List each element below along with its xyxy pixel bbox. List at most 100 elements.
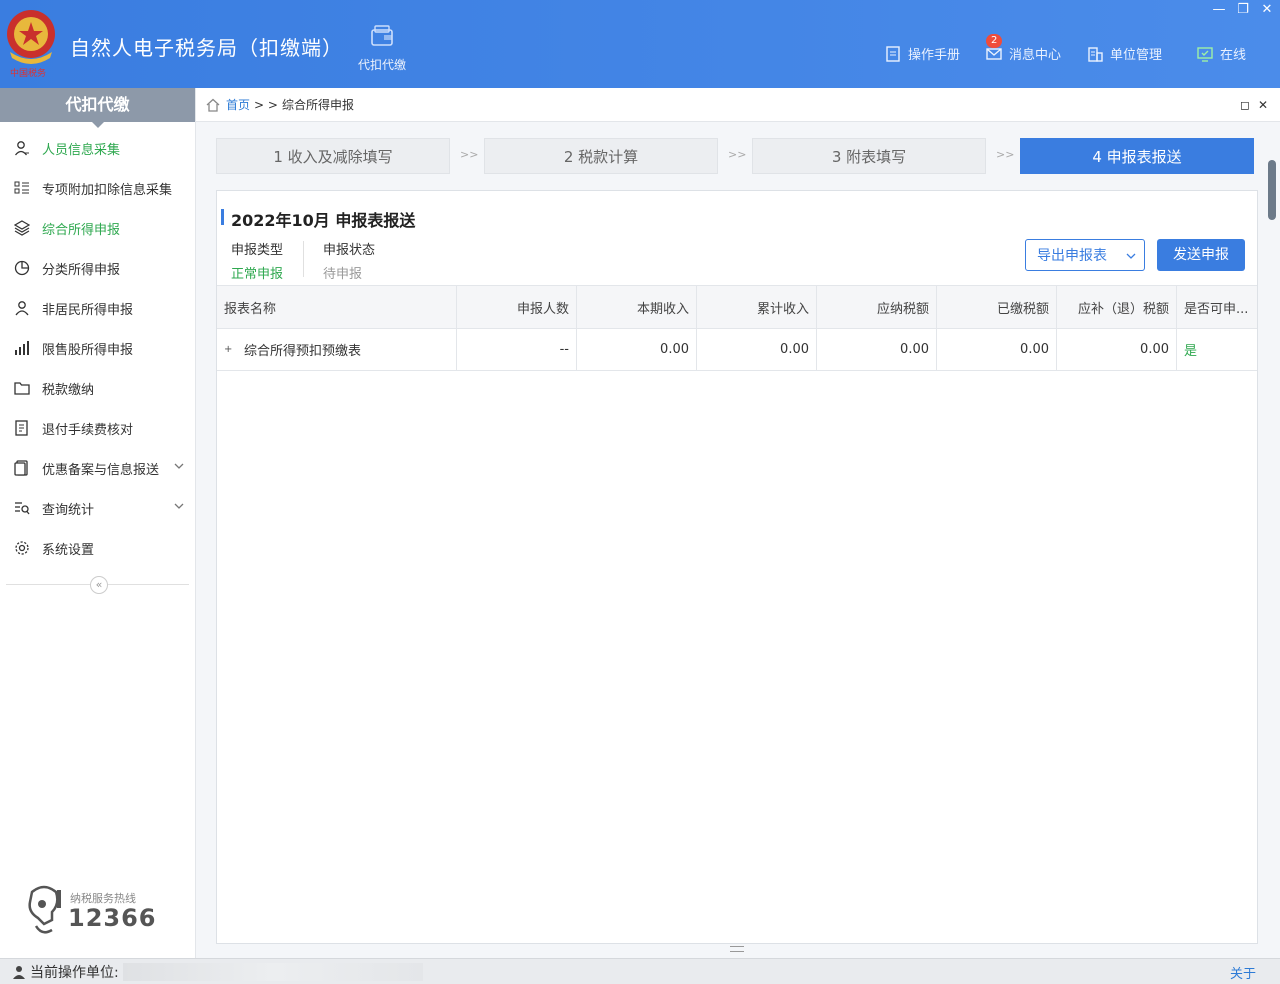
step-arrow: >> — [996, 148, 1015, 161]
sidebar-item-restricted-stock[interactable]: 限售股所得申报 — [0, 328, 195, 368]
declare-status-value: 待申报 — [323, 267, 363, 282]
step-submit-report[interactable]: 4 申报表报送 — [1020, 138, 1254, 174]
service-hotline: 纳税服务热线 12366 — [22, 884, 182, 944]
sidebar-item-tax-payment[interactable]: 税款缴纳 — [0, 368, 195, 408]
minimize-button[interactable]: — — [1208, 2, 1230, 20]
export-label: 导出申报表 — [1037, 248, 1107, 264]
about-link[interactable]: 关于 — [1230, 963, 1256, 982]
user-outline-icon — [15, 301, 29, 316]
sidebar-item-nonresident[interactable]: 非居民所得申报 — [0, 288, 195, 328]
declare-status-block: 申报状态 待申报 — [323, 239, 375, 282]
step-arrow: >> — [460, 148, 479, 161]
svg-text:中国税务: 中国税务 — [10, 67, 46, 79]
gear-icon — [15, 541, 29, 555]
manual-button[interactable]: 操作手册 — [884, 44, 960, 63]
current-unit-label: 当前操作单位: — [30, 964, 119, 981]
messages-label: 消息中心 — [1009, 48, 1062, 63]
breadcrumb-home-link[interactable]: 首页 — [226, 96, 250, 113]
chevron-down-icon[interactable] — [173, 500, 185, 512]
sidebar-item-preferential-filing[interactable]: 优惠备案与信息报送 — [0, 448, 195, 488]
sidebar-item-label: 退付手续费核对 — [42, 422, 134, 438]
table-cell: 0.00 — [697, 329, 817, 370]
close-tab-button[interactable]: ✕ — [1258, 98, 1268, 112]
wizard-steps: 1 收入及减除填写 >> 2 税款计算 >> 3 附表填写 >> 4 申报表报送 — [216, 138, 1256, 174]
declare-type-value: 正常申报 — [231, 267, 284, 282]
unit-management-button[interactable]: 单位管理 — [1086, 44, 1162, 63]
declare-status-label: 申报状态 — [323, 243, 376, 258]
sidebar-item-comprehensive-income[interactable]: 综合所得申报 — [0, 208, 195, 248]
receipt-icon — [15, 420, 28, 436]
table-cell: 0.00 — [1057, 329, 1177, 370]
manual-icon — [886, 45, 900, 62]
status-bar: 当前操作单位: 关于 — [0, 958, 1280, 984]
vertical-scrollbar[interactable] — [1268, 160, 1276, 220]
folder-icon — [14, 382, 30, 395]
resize-handle[interactable] — [730, 946, 744, 952]
pie-chart-icon — [14, 260, 30, 276]
title-bar: 中国税务 自然人电子税务局（扣缴端） 代扣代缴 — ❐ ✕ 操作手册 2 消息中… — [0, 0, 1280, 88]
table-cell: 0.00 — [577, 329, 697, 370]
breadcrumb-separator: > > — [254, 97, 278, 112]
column-header[interactable]: 报表名称 — [217, 286, 457, 328]
grid-list-icon — [14, 181, 29, 194]
step-attached-forms[interactable]: 3 附表填写 — [752, 138, 986, 174]
sidebar-item-label: 专项附加扣除信息采集 — [42, 182, 173, 198]
declare-type-block: 申报类型 正常申报 — [231, 239, 283, 282]
module-withholding[interactable]: 代扣代缴 — [354, 22, 410, 73]
app-title: 自然人电子税务局（扣缴端） — [70, 36, 343, 60]
column-header[interactable]: 应补（退）税额 — [1057, 286, 1177, 328]
table-row[interactable]: + 综合所得预扣预缴表 -- 0.00 0.00 0.00 0.00 0.00 … — [217, 329, 1257, 371]
sidebar-item-label: 查询统计 — [42, 502, 95, 518]
step-tax-calculation[interactable]: 2 税款计算 — [484, 138, 718, 174]
sidebar-item-classified-income[interactable]: 分类所得申报 — [0, 248, 195, 288]
table-header-row: 报表名称 申报人数 本期收入 累计收入 应纳税额 已缴税额 应补（退）税额 是否… — [217, 285, 1257, 329]
sidebar: 代扣代缴 人员信息采集 专项附加扣除信息采集 综合所得申报 分类所得申报 非居民… — [0, 88, 196, 958]
column-header[interactable]: 本期收入 — [577, 286, 697, 328]
manual-label: 操作手册 — [908, 48, 961, 63]
column-header[interactable]: 应纳税额 — [817, 286, 937, 328]
building-icon — [1088, 46, 1103, 62]
table-cell: -- — [457, 329, 577, 370]
app-window: 中国税务 自然人电子税务局（扣缴端） 代扣代缴 — ❐ ✕ 操作手册 2 消息中… — [0, 0, 1280, 984]
step-income-deduction[interactable]: 1 收入及减除填写 — [216, 138, 450, 174]
sidebar-item-label: 综合所得申报 — [42, 222, 121, 238]
send-declaration-button[interactable]: 发送申报 — [1157, 239, 1245, 271]
tax-emblem-logo: 中国税务 — [4, 6, 62, 80]
sidebar-item-personnel[interactable]: 人员信息采集 — [0, 128, 195, 168]
chevron-down-icon[interactable] — [173, 460, 185, 472]
headset-person-icon — [28, 885, 61, 934]
panel-title: 2022年10月 申报表报送 — [231, 211, 416, 230]
report-table: 报表名称 申报人数 本期收入 累计收入 应纳税额 已缴税额 应补（退）税额 是否… — [217, 285, 1257, 371]
sidebar-item-settings[interactable]: 系统设置 — [0, 528, 195, 568]
sidebar-item-refund-fee[interactable]: 退付手续费核对 — [0, 408, 195, 448]
table-cell: 0.00 — [937, 329, 1057, 370]
step-arrow: >> — [728, 148, 747, 161]
message-count-badge: 2 — [986, 34, 1003, 48]
expand-row-icon[interactable]: + — [224, 344, 234, 355]
column-header[interactable]: 已缴税额 — [937, 286, 1057, 328]
layers-icon — [14, 220, 30, 236]
user-icon — [13, 965, 25, 979]
sidebar-item-label: 人员信息采集 — [42, 142, 121, 158]
close-window-button[interactable]: ✕ — [1256, 2, 1278, 20]
export-report-dropdown[interactable]: 导出申报表 — [1025, 239, 1145, 271]
column-header[interactable]: 累计收入 — [697, 286, 817, 328]
collapse-sidebar-button[interactable]: « — [90, 576, 108, 594]
declare-type-label: 申报类型 — [231, 243, 284, 258]
search-list-icon — [15, 502, 30, 515]
column-header[interactable]: 是否可申... — [1177, 286, 1257, 328]
title-accent-bar — [221, 209, 224, 225]
sidebar-item-query-stats[interactable]: 查询统计 — [0, 488, 195, 528]
person-icon — [14, 141, 29, 156]
report-name: 综合所得预扣预缴表 — [244, 344, 362, 359]
restore-button[interactable]: ❐ — [1232, 2, 1254, 20]
hotline-number: 12366 — [68, 904, 157, 932]
report-panel: 2022年10月 申报表报送 申报类型 正常申报 申报状态 待申报 导出申报表 … — [216, 190, 1258, 944]
maximize-tab-button[interactable]: ◻ — [1240, 98, 1250, 112]
report-name-cell: + 综合所得预扣预缴表 — [217, 329, 457, 370]
sidebar-item-special-deduction[interactable]: 专项附加扣除信息采集 — [0, 168, 195, 208]
message-center-button[interactable]: 2 消息中心 — [985, 34, 1062, 63]
column-header[interactable]: 申报人数 — [457, 286, 577, 328]
online-status-button[interactable]: 在线 — [1196, 44, 1246, 63]
can-declare-cell: 是 — [1184, 344, 1198, 359]
